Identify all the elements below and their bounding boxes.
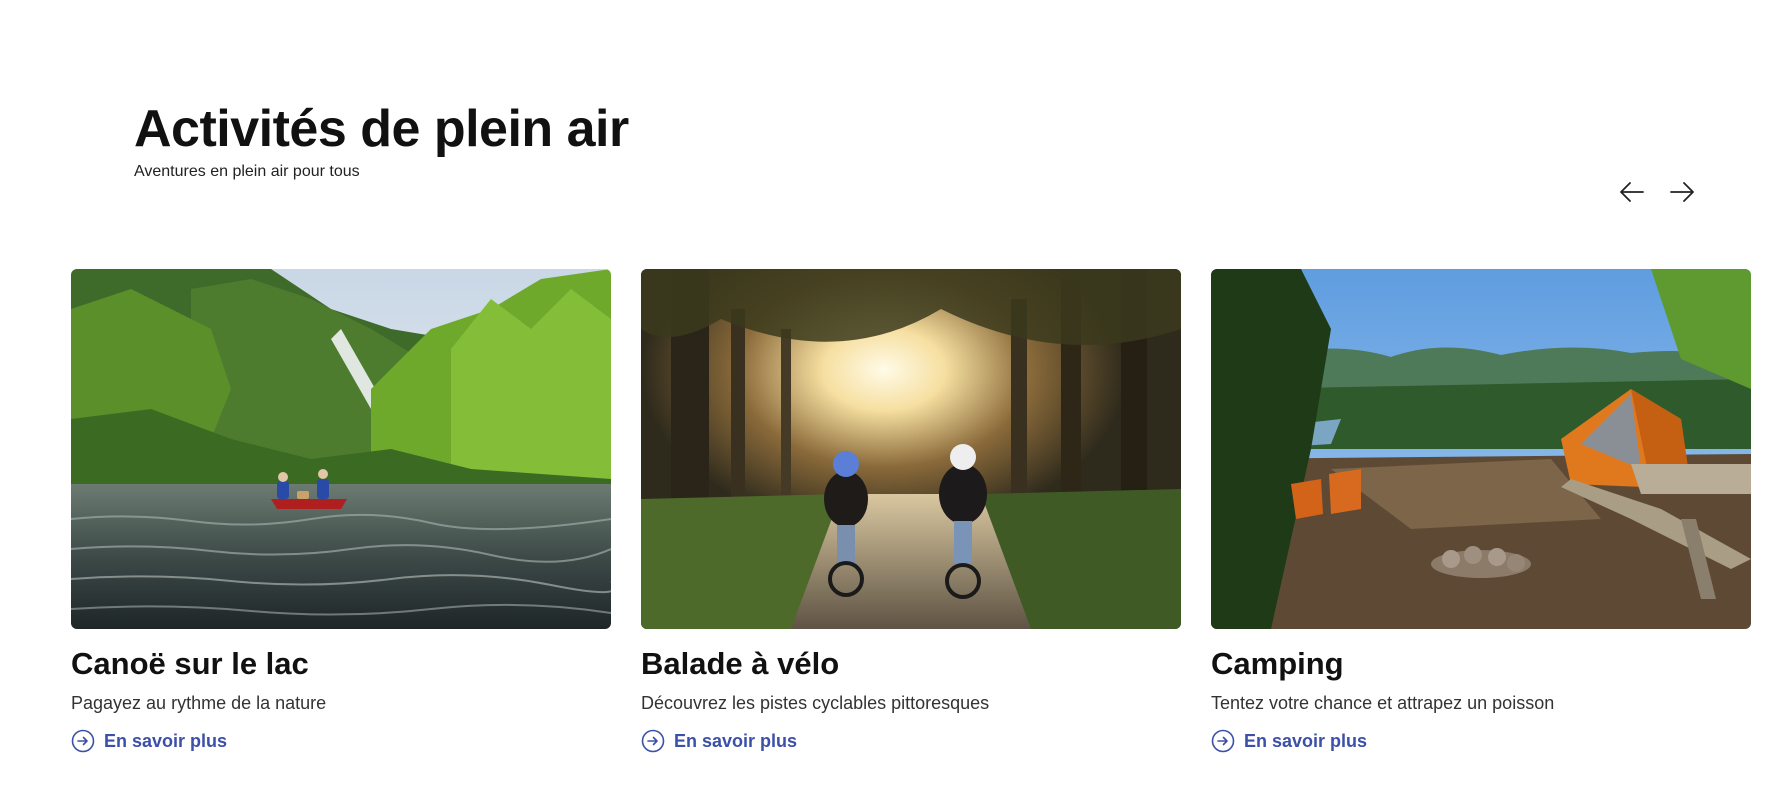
learn-more-link[interactable]: En savoir plus <box>641 729 797 753</box>
arrow-circle-right-icon <box>641 729 665 753</box>
activities-section: Activités de plein air Aventures en plei… <box>0 0 1788 811</box>
card-description: Découvrez les pistes cyclables pittoresq… <box>641 693 990 713</box>
section-header: Activités de plein air Aventures en plei… <box>134 96 629 182</box>
learn-more-label: En savoir plus <box>104 730 228 751</box>
learn-more-label: En savoir plus <box>1244 730 1368 751</box>
card-canoe: Canoë sur le lac Pagayez au rythme de la… <box>71 269 611 758</box>
kids-biking-forest-path-photo[interactable] <box>641 269 1181 629</box>
card-bike: Balade à vélo Découvrez les pistes cycla… <box>641 269 1181 758</box>
arrow-left-icon <box>1620 182 1644 202</box>
carousel-navigation <box>1614 176 1700 208</box>
learn-more-link[interactable]: En savoir plus <box>71 729 227 753</box>
card-title: Balade à vélo <box>641 646 840 681</box>
arrow-circle-right-icon <box>1211 729 1235 753</box>
card-title: Canoë sur le lac <box>71 646 309 681</box>
card-title: Camping <box>1211 646 1344 681</box>
arrow-circle-right-icon <box>71 729 95 753</box>
card-list: Canoë sur le lac Pagayez au rythme de la… <box>71 269 1751 758</box>
learn-more-label: En savoir plus <box>674 730 798 751</box>
card-description: Tentez votre chance et attrapez un poiss… <box>1211 693 1555 713</box>
learn-more-link[interactable]: En savoir plus <box>1211 729 1367 753</box>
campsite-tent-photo[interactable] <box>1211 269 1751 629</box>
card-camping: Camping Tentez votre chance et attrapez … <box>1211 269 1751 758</box>
arrow-right-icon <box>1670 182 1694 202</box>
card-description: Pagayez au rythme de la nature <box>71 693 327 713</box>
previous-button[interactable] <box>1614 176 1650 208</box>
section-title: Activités de plein air <box>134 100 629 158</box>
section-subtitle: Aventures en plein air pour tous <box>134 163 360 180</box>
canoe-on-river-photo[interactable] <box>71 269 611 629</box>
next-button[interactable] <box>1664 176 1700 208</box>
